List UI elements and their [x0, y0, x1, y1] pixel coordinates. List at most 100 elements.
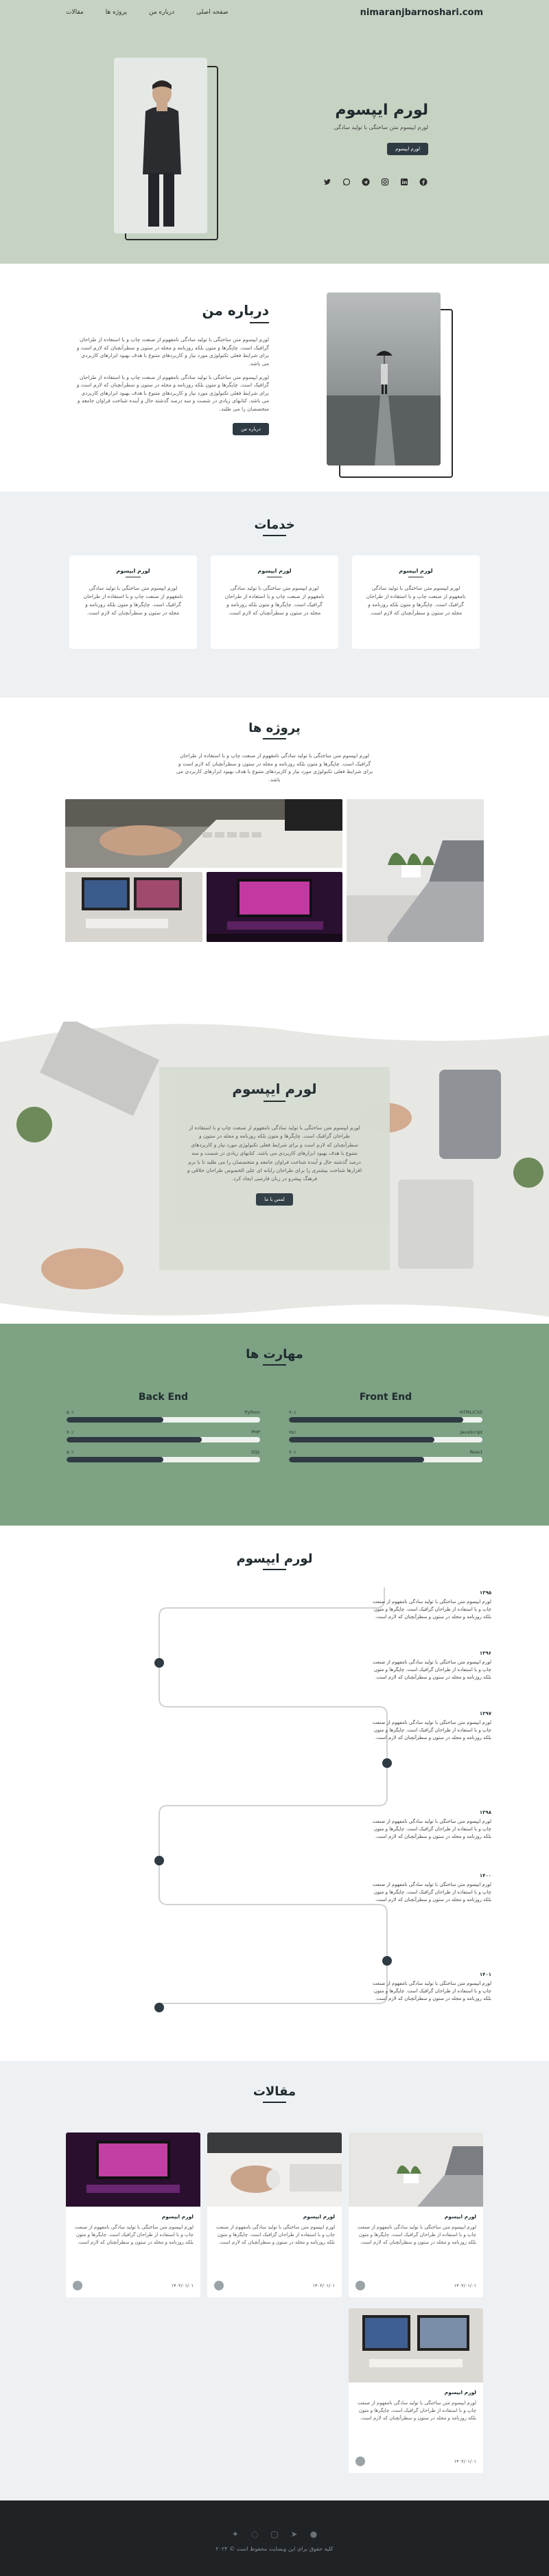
skill-columns: Front End ۹۰٪ HTML/CSS ۷۵٪ JavaScript ۷۰٪ R…: [0, 1392, 549, 1462]
article-excerpt: لورم ایپسوم متن ساختگی با تولید سادگی نا…: [74, 2224, 194, 2245]
article-image: [207, 2132, 342, 2207]
skill-percent: ۹۰٪: [289, 1410, 296, 1415]
skill-percent: ۷۵٪: [289, 1429, 296, 1435]
article-date: ۱۴۰۲/۰۱/۰۱: [171, 2283, 194, 2288]
skill-bar-fill: [289, 1437, 434, 1442]
feature-button[interactable]: لمس با ما: [256, 1193, 293, 1206]
article-card[interactable]: لورم ایپسوم لورم ایپسوم متن ساختگی با تول…: [207, 2132, 342, 2297]
article-image: [349, 2308, 483, 2382]
skill-column-heading: Front End: [359, 1392, 412, 1403]
skill-bar: [289, 1457, 482, 1462]
article-card[interactable]: لورم ایپسوم لورم ایپسوم متن ساختگی با تول…: [349, 2308, 483, 2473]
linkedin-icon[interactable]: [399, 177, 409, 187]
skill-name: React: [469, 1449, 482, 1455]
hero-section: لورم ایپسوم لورم ایپسوم متن ساختگی با تو…: [0, 0, 549, 264]
service-card: لورم ایپسوم لورم ایپسوم متن ساختگی با تو…: [211, 555, 338, 649]
timeline-year: ۱۳۹۵: [479, 1590, 491, 1596]
skill-name: JavaScript: [460, 1429, 482, 1435]
skill-row: ۵۰٪ SQL: [67, 1449, 260, 1462]
timeline-section: لورم ایپسوم ۱۳۹۵ لورم ایپسوم متن ساختگی …: [0, 1526, 549, 2061]
article-date: ۱۴۰۲/۰۱/۰۱: [454, 2459, 476, 2464]
project-image-monitors[interactable]: [65, 871, 202, 942]
title-underline: [263, 535, 286, 536]
nav-link-projects[interactable]: پروژه ها: [106, 9, 127, 16]
author-avatar: [214, 2281, 224, 2290]
nav-link-home[interactable]: صفحه اصلی: [196, 9, 228, 16]
articles-section: مقالات لورم ایپسوم لورم ایپسوم متن ساختگی…: [0, 2061, 549, 2500]
skill-bar: [67, 1457, 260, 1462]
project-image-laptop-plant[interactable]: [347, 798, 484, 942]
twitter-icon[interactable]: [323, 177, 332, 187]
timeline-text: لورم ایپسوم متن ساختگی با تولید سادگی نا…: [372, 1720, 491, 1741]
footer: ✦ ◌ ▢ ➤ ● کلیه حقوق برای این وبسایت محفو…: [0, 2500, 549, 2576]
timeline-year: ۱۳۹۷: [479, 1711, 491, 1716]
project-image-keyboard[interactable]: [65, 798, 342, 868]
about-text: درباره من لورم ایپسوم متن ساختگی با تولی…: [73, 302, 269, 435]
service-card-title: لورم ایپسوم: [399, 568, 433, 574]
projects-gallery: [65, 798, 484, 942]
article-date: ۱۴۰۲/۰۱/۰۱: [454, 2283, 476, 2288]
site-brand[interactable]: nimaranjbarnoshari.com: [360, 8, 483, 18]
skill-percent: ۵۰٪: [67, 1449, 74, 1455]
nav-link-about[interactable]: درباره من: [149, 9, 174, 16]
twitter-icon[interactable]: ✦: [232, 2529, 239, 2539]
telegram-icon[interactable]: [361, 177, 371, 187]
about-paragraph-2: لورم ایپسوم متن ساختگی با تولید سادگی نا…: [76, 373, 269, 413]
skill-bar-fill: [289, 1417, 463, 1423]
about-section: درباره من لورم ایپسوم متن ساختگی با تولی…: [0, 264, 549, 492]
whatsapp-icon[interactable]: [342, 177, 351, 187]
service-card-text: لورم ایپسوم متن ساختگی با تولید سادگی نا…: [366, 585, 466, 616]
instagram-icon[interactable]: [380, 177, 390, 187]
top-nav: مقالات پروژه ها درباره من صفحه اصلی nima…: [0, 0, 549, 25]
feature-title: لورم ایپسوم: [232, 1081, 317, 1097]
article-title: لورم ایپسوم: [444, 2389, 476, 2395]
article-title: لورم ایپسوم: [161, 2213, 194, 2220]
timeline-text: لورم ایپسوم متن ساختگی با تولید سادگی نا…: [372, 1819, 491, 1840]
hero-text: لورم ایپسوم لورم ایپسوم متن ساختگی با تو…: [291, 102, 428, 155]
service-card: لورم ایپسوم لورم ایپسوم متن ساختگی با تو…: [69, 555, 197, 649]
skill-row: ۵۰٪ Python: [67, 1410, 260, 1423]
skill-column-backend: Back End ۵۰٪ Python ۷۰٪ PHP ۵۰٪ SQL: [67, 1392, 260, 1462]
projects-section: پروژه ها لورم ایپسوم متن ساختگی با تولید…: [0, 698, 549, 1022]
article-image: [66, 2132, 200, 2207]
author-avatar: [355, 2281, 365, 2290]
projects-description: لورم ایپسوم متن ساختگی با تولید سادگی نا…: [176, 752, 373, 783]
about-umbrella-image: [327, 292, 441, 465]
skill-row: ۷۰٪ React: [289, 1449, 482, 1462]
project-image-pink-setup[interactable]: [207, 871, 342, 942]
services-title: خدمات: [254, 518, 295, 532]
article-title: لورم ایپسوم: [303, 2213, 335, 2220]
article-card[interactable]: لورم ایپسوم لورم ایپسوم متن ساختگی با تول…: [349, 2132, 483, 2297]
hero-cta-button[interactable]: لورم ایپسوم: [387, 143, 428, 155]
telegram-icon[interactable]: ➤: [291, 2529, 298, 2539]
skills-section: مهارت ها Front End ۹۰٪ HTML/CSS ۷۵٪ JavaSc…: [0, 1324, 549, 1526]
whatsapp-icon[interactable]: ◌: [251, 2529, 258, 2539]
timeline-year: ۱۴۰۱: [479, 1972, 491, 1977]
about-button[interactable]: درباره من: [233, 422, 269, 435]
skill-bar-fill: [289, 1457, 425, 1462]
skill-column-frontend: Front End ۹۰٪ HTML/CSS ۷۵٪ JavaScript ۷۰٪ R…: [289, 1392, 482, 1462]
skill-bar-fill: [67, 1417, 163, 1423]
about-paragraph-1: لورم ایپسوم متن ساختگی با تولید سادگی نا…: [76, 336, 269, 367]
skill-name: Python: [244, 1410, 260, 1415]
facebook-icon[interactable]: [419, 177, 428, 187]
article-card[interactable]: لورم ایپسوم لورم ایپسوم متن ساختگی با تول…: [66, 2132, 200, 2297]
footer-social-links: ✦ ◌ ▢ ➤ ●: [0, 2529, 549, 2539]
instagram-icon[interactable]: ▢: [270, 2529, 278, 2539]
title-underline: [250, 322, 269, 323]
skill-row: ۷۵٪ JavaScript: [289, 1429, 482, 1442]
about-title: درباره من: [202, 302, 269, 319]
facebook-icon[interactable]: ●: [310, 2529, 317, 2539]
nav-link-articles[interactable]: مقالات: [66, 9, 84, 16]
timeline-text: لورم ایپسوم متن ساختگی با تولید سادگی نا…: [372, 1882, 491, 1903]
title-underline: [264, 1101, 285, 1102]
timeline-item: ۱۳۹۵ لورم ایپسوم متن ساختگی با تولید ساد…: [365, 1590, 491, 1622]
articles-title: مقالات: [253, 2084, 296, 2099]
nav-links: مقالات پروژه ها درباره من صفحه اصلی: [66, 9, 229, 16]
copyright-text: کلیه حقوق برای این وبسایت محفوظ است © ۲۰…: [215, 2546, 334, 2552]
timeline-year: ۱۳۹۸: [479, 1810, 491, 1815]
title-underline: [263, 738, 286, 739]
feature-card: لورم ایپسوم لورم ایپسوم متن ساختگی با تو…: [159, 1067, 390, 1270]
skill-bar-fill: [67, 1457, 163, 1462]
hero-subtitle: لورم ایپسوم متن ساختگی با تولید سادگی: [334, 124, 428, 130]
